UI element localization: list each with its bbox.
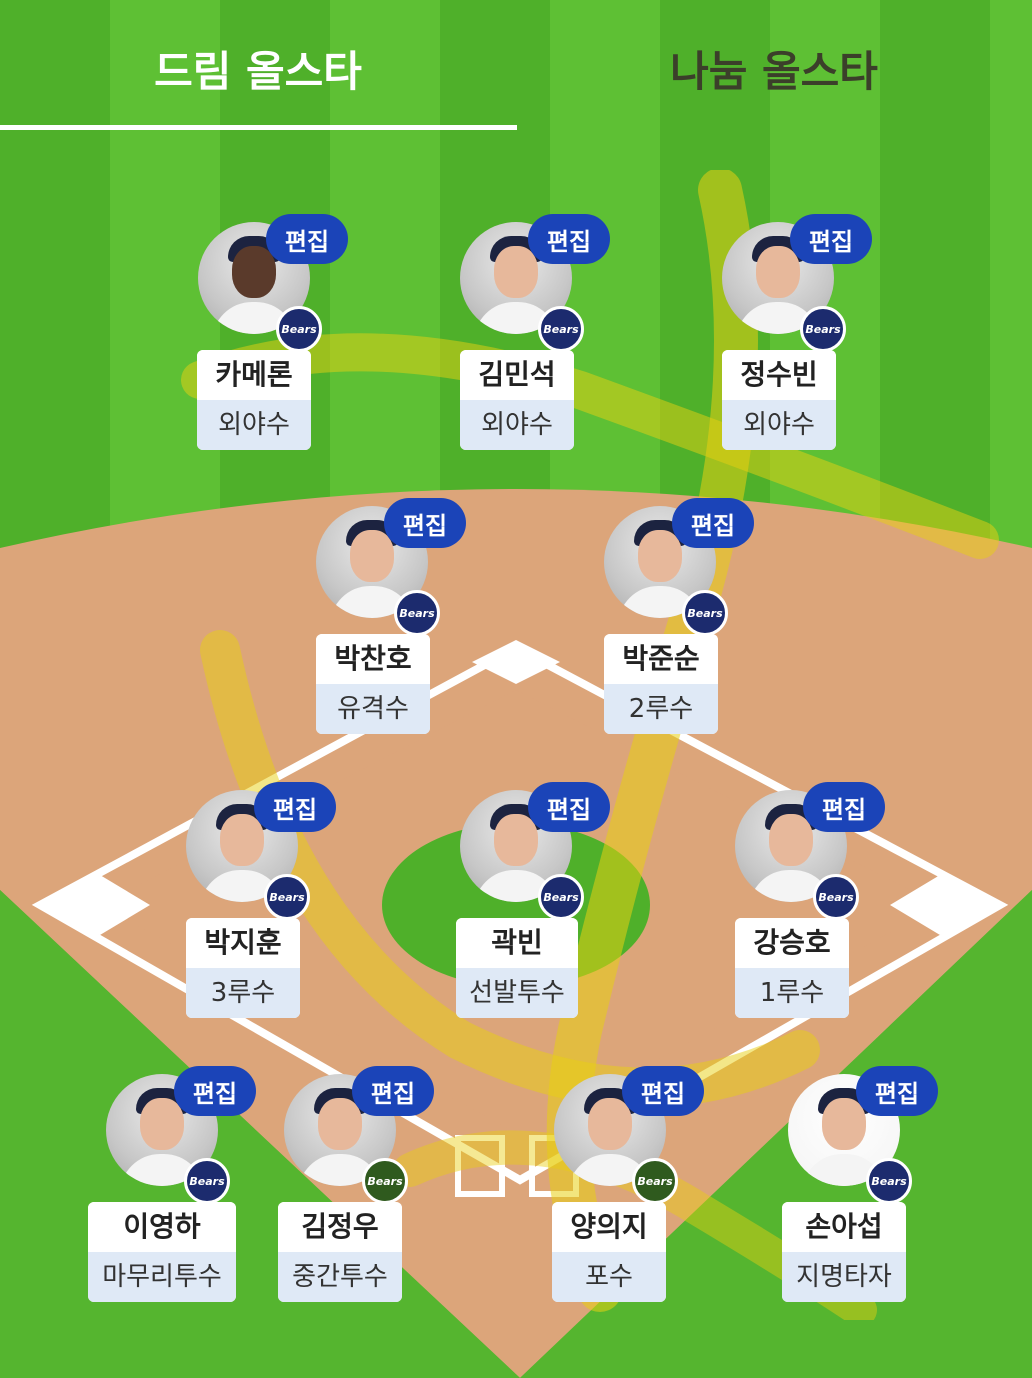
player-position: 3루수 — [186, 968, 300, 1018]
player-name: 양의지 — [552, 1202, 666, 1252]
player-name: 손아섭 — [782, 1202, 906, 1252]
edit-button[interactable]: 편집 — [528, 214, 610, 264]
player-position: 외야수 — [197, 400, 311, 450]
player-position: 유격수 — [316, 684, 430, 734]
player-name: 박지훈 — [186, 918, 300, 968]
team-logo-icon: Bears — [276, 306, 322, 352]
team-logo-icon: Bears — [538, 306, 584, 352]
team-logo-icon: Bears — [632, 1158, 678, 1204]
edit-button[interactable]: 편집 — [672, 498, 754, 548]
player-card: 박준순 2루수 — [604, 634, 718, 734]
player-position: 포수 — [552, 1252, 666, 1302]
player-position: 중간투수 — [278, 1252, 402, 1302]
edit-button[interactable]: 편집 — [352, 1066, 434, 1116]
team-logo-icon: Bears — [394, 590, 440, 636]
player-position: 선발투수 — [456, 968, 578, 1018]
allstar-tabs: 드림 올스타 나눔 올스타 — [0, 0, 1032, 140]
player-name: 김민석 — [460, 350, 574, 400]
team-logo-icon: Bears — [184, 1158, 230, 1204]
team-logo-icon: Bears — [264, 874, 310, 920]
tab-dream-allstar[interactable]: 드림 올스타 — [0, 38, 516, 99]
player-card: 양의지 포수 — [552, 1202, 666, 1302]
player-name: 정수빈 — [722, 350, 836, 400]
team-logo-icon: Bears — [866, 1158, 912, 1204]
edit-button[interactable]: 편집 — [622, 1066, 704, 1116]
player-card: 곽빈 선발투수 — [456, 918, 578, 1018]
player-card: 김정우 중간투수 — [278, 1202, 402, 1302]
player-card: 이영하 마무리투수 — [88, 1202, 236, 1302]
player-card: 박찬호 유격수 — [316, 634, 430, 734]
player-card: 정수빈 외야수 — [722, 350, 836, 450]
player-name: 강승호 — [735, 918, 849, 968]
team-logo-icon: Bears — [682, 590, 728, 636]
player-position: 마무리투수 — [88, 1252, 236, 1302]
player-card: 강승호 1루수 — [735, 918, 849, 1018]
player-card: 손아섭 지명타자 — [782, 1202, 906, 1302]
player-position: 2루수 — [604, 684, 718, 734]
edit-button[interactable]: 편집 — [174, 1066, 256, 1116]
player-position: 외야수 — [460, 400, 574, 450]
active-tab-indicator — [0, 125, 517, 130]
edit-button[interactable]: 편집 — [803, 782, 885, 832]
player-name: 김정우 — [278, 1202, 402, 1252]
team-logo-icon: Bears — [362, 1158, 408, 1204]
edit-button[interactable]: 편집 — [528, 782, 610, 832]
team-logo-icon: Bears — [800, 306, 846, 352]
edit-button[interactable]: 편집 — [856, 1066, 938, 1116]
team-logo-icon: Bears — [538, 874, 584, 920]
edit-button[interactable]: 편집 — [384, 498, 466, 548]
edit-button[interactable]: 편집 — [790, 214, 872, 264]
player-position: 지명타자 — [782, 1252, 906, 1302]
player-card: 김민석 외야수 — [460, 350, 574, 450]
player-card: 박지훈 3루수 — [186, 918, 300, 1018]
player-position: 1루수 — [735, 968, 849, 1018]
player-card: 카메론 외야수 — [197, 350, 311, 450]
edit-button[interactable]: 편집 — [266, 214, 348, 264]
player-name: 곽빈 — [456, 918, 578, 968]
edit-button[interactable]: 편집 — [254, 782, 336, 832]
team-logo-icon: Bears — [813, 874, 859, 920]
player-name: 카메론 — [197, 350, 311, 400]
player-name: 박준순 — [604, 634, 718, 684]
player-name: 이영하 — [88, 1202, 236, 1252]
player-position: 외야수 — [722, 400, 836, 450]
player-name: 박찬호 — [316, 634, 430, 684]
tab-nanum-allstar[interactable]: 나눔 올스타 — [516, 38, 1032, 99]
